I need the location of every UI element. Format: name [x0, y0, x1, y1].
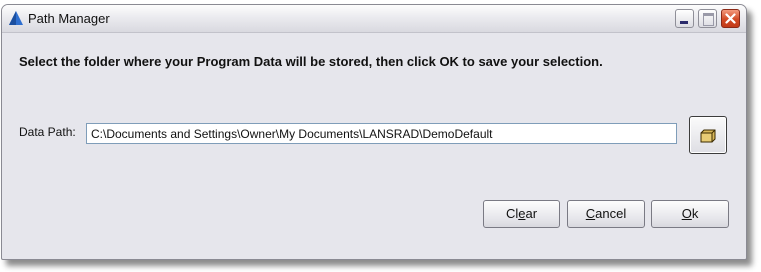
clear-button-label-pre: Cl	[505, 206, 519, 221]
maximize-icon[interactable]	[698, 9, 717, 28]
folder-browse-icon	[700, 129, 716, 143]
minimize-icon[interactable]	[675, 9, 694, 28]
cancel-button[interactable]: Cancel	[567, 200, 645, 228]
instruction-text: Select the folder where your Program Dat…	[19, 54, 603, 69]
lansrad-triangle-icon	[8, 10, 24, 26]
clear-button[interactable]: Clear	[483, 200, 560, 228]
ok-button[interactable]: Ok	[651, 200, 729, 228]
ok-button-hotkey: O	[681, 206, 692, 221]
ok-button-label-post: k	[691, 206, 699, 221]
browse-folder-button[interactable]	[689, 116, 727, 154]
close-icon[interactable]	[721, 9, 740, 28]
window-title: Path Manager	[28, 11, 110, 26]
data-path-label: Data Path:	[19, 125, 76, 139]
data-path-input[interactable]	[86, 123, 677, 144]
cancel-button-label-post: ancel	[595, 206, 627, 221]
cancel-button-hotkey: C	[585, 206, 596, 221]
path-manager-window: Path Manager Select the folder where you…	[1, 4, 747, 260]
clear-button-label-post: ar	[525, 206, 538, 221]
title-bar[interactable]: Path Manager	[2, 5, 746, 33]
